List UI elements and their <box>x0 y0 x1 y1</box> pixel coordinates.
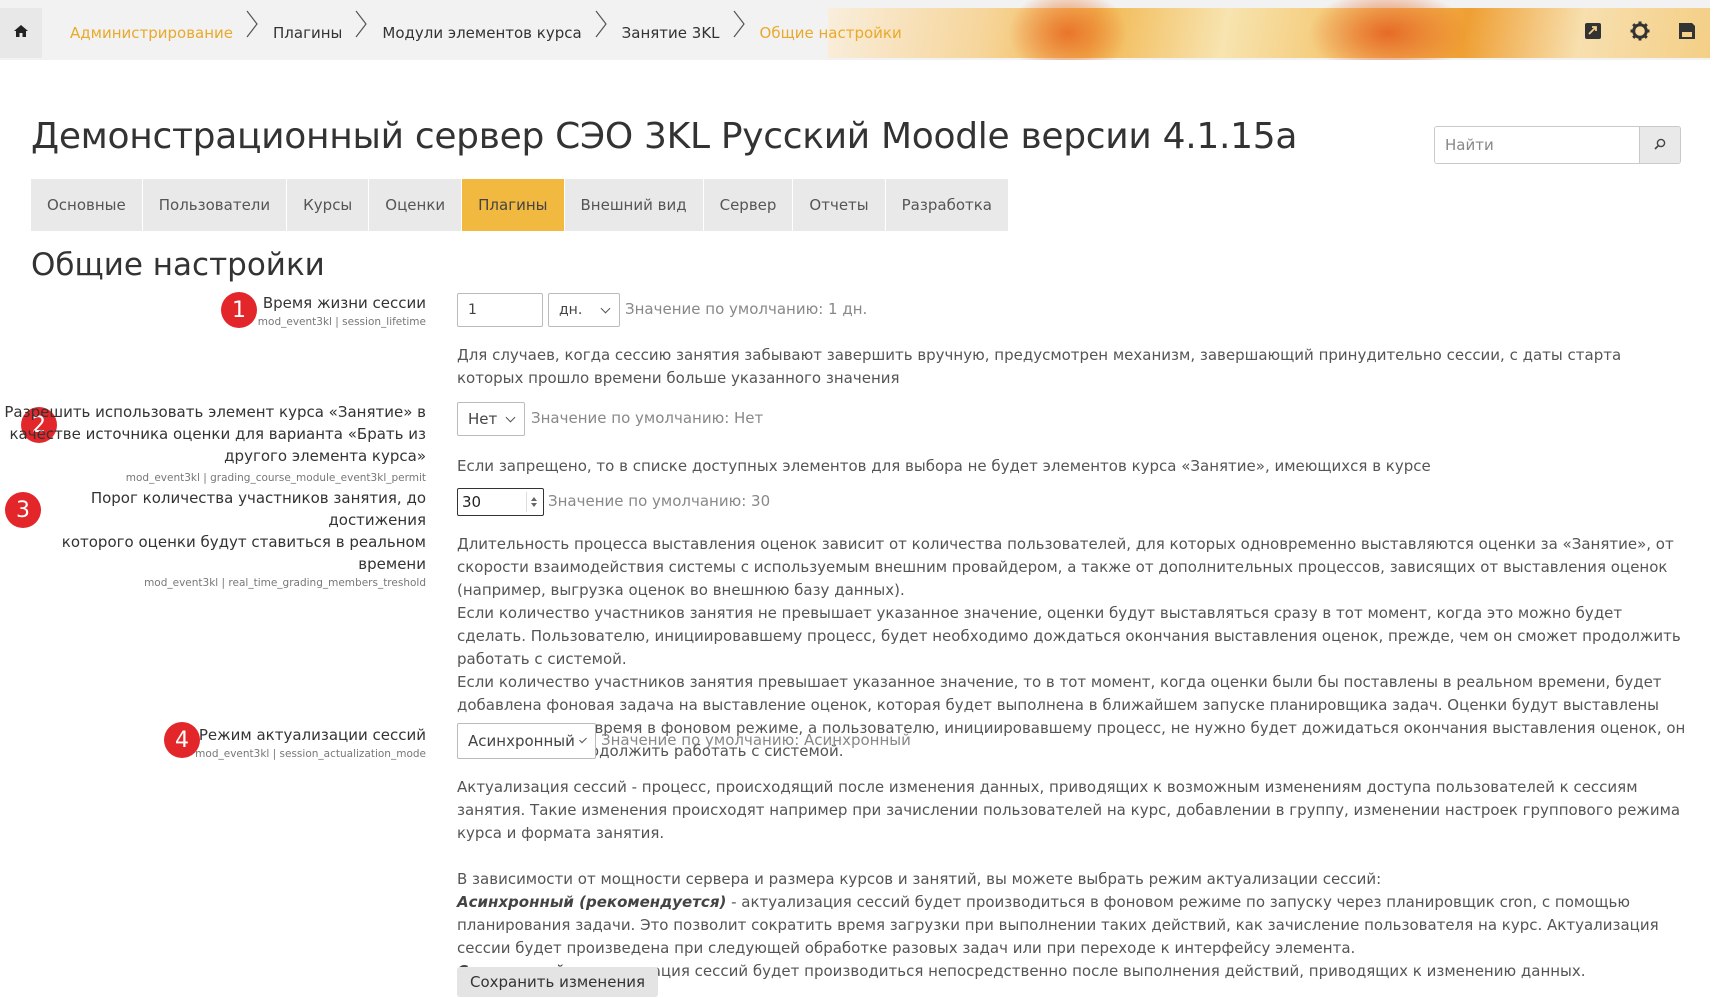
navbar: Администрирование Плагины Модули элемент… <box>0 0 1710 60</box>
session-lifetime-input[interactable]: 1 <box>457 293 543 327</box>
gear-icon[interactable] <box>1630 21 1650 45</box>
setting-label-session-lifetime: Время жизни сессии mod_event3kl | sessio… <box>258 292 426 330</box>
tab-users[interactable]: Пользователи <box>142 179 288 231</box>
navbar-icons <box>1584 8 1696 58</box>
description-paragraph: Асинхронный (рекомендуется) - актуализац… <box>457 893 1659 957</box>
admin-tabs: Основные Пользователи Курсы Оценки Плаги… <box>31 179 1009 231</box>
tab-plugins[interactable]: Плагины <box>462 179 565 231</box>
default-value-text: Значение по умолчанию: 30 <box>548 492 771 510</box>
description-paragraph: Если количество участников занятия не пр… <box>457 604 1681 668</box>
setting-title-line: другого элемента курса» <box>224 447 426 465</box>
tab-development[interactable]: Разработка <box>885 179 1009 231</box>
send-icon[interactable] <box>1584 22 1602 44</box>
select-value: Нет <box>468 410 498 428</box>
search-button[interactable] <box>1639 127 1680 163</box>
search-icon <box>1653 136 1667 155</box>
select-value: дн. <box>559 302 583 318</box>
setting-description: Если запрещено, то в списке доступных эл… <box>457 457 1431 475</box>
setting-title: Время жизни сессии <box>262 294 426 312</box>
tab-courses[interactable]: Курсы <box>287 179 370 231</box>
setting-title-line: которого оценки будут ставиться в реальн… <box>61 533 426 573</box>
description-paragraph: Актуализация сессий - процесс, происходя… <box>457 778 1681 842</box>
select-value: Асинхронный <box>468 732 575 750</box>
setting-title: Режим актуализации сессий <box>198 726 426 744</box>
setting-title-line: Разрешить использовать элемент курса «За… <box>4 403 426 421</box>
save-changes-button[interactable]: Сохранить изменения <box>457 967 659 997</box>
setting-key: mod_event3kl | grading_course_module_eve… <box>125 472 426 484</box>
site-title: Демонстрационный сервер СЭО 3KL Русский … <box>31 116 1298 157</box>
setting-title-line: Порог количества участников занятия, до … <box>90 489 426 529</box>
chevron-down-icon <box>505 412 516 422</box>
home-button[interactable] <box>0 8 42 58</box>
spinner-arrows-icon[interactable] <box>526 492 541 512</box>
setting-key: mod_event3kl | session_actualization_mod… <box>195 748 426 760</box>
default-value-text: Значение по умолчанию: Нет <box>531 409 764 427</box>
actualization-mode-select[interactable]: Асинхронный <box>457 723 596 759</box>
callout-badge-1: 1 <box>221 292 257 328</box>
description-paragraph: В зависимости от мощности сервера и разм… <box>457 870 1382 888</box>
page-title: Общие настройки <box>31 247 325 283</box>
description-paragraph: Если количество участников занятия превы… <box>457 673 1686 760</box>
session-lifetime-unit-select[interactable]: дн. <box>548 293 620 327</box>
default-value-text: Значение по умолчанию: Асинхронный <box>601 731 911 749</box>
setting-label-grading-permit: Разрешить использовать элемент курса «За… <box>4 401 426 486</box>
breadcrumb-item-event3kl[interactable]: Занятие 3KL <box>594 10 745 42</box>
breadcrumb: Администрирование Плагины Модули элемент… <box>42 8 914 58</box>
breadcrumb-item-plugins[interactable]: Плагины <box>245 10 368 42</box>
tab-general[interactable]: Основные <box>31 179 143 231</box>
setting-title-line: качестве источника оценки для варианта «… <box>9 425 426 443</box>
chevron-down-icon <box>578 735 587 743</box>
default-value-text: Значение по умолчанию: 1 дн. <box>625 300 868 318</box>
setting-label-grading-threshold: Порог количества участников занятия, до … <box>0 487 426 591</box>
breadcrumb-item-admin[interactable]: Администрирование <box>42 10 258 42</box>
search-input[interactable] <box>1435 127 1639 163</box>
tab-grades[interactable]: Оценки <box>369 179 463 231</box>
setting-description: Длительность процесса выставления оценок… <box>457 533 1687 763</box>
setting-key: mod_event3kl | session_lifetime <box>257 316 426 328</box>
setting-description: Для случаев, когда сессию занятия забыва… <box>457 346 1622 387</box>
home-icon <box>13 23 29 43</box>
breadcrumb-item-current: Общие настройки <box>759 24 902 42</box>
setting-key: mod_event3kl | real_time_grading_members… <box>144 577 426 589</box>
grading-permit-select[interactable]: Нет <box>457 402 525 436</box>
grading-threshold-input[interactable]: 30 <box>457 488 544 516</box>
breadcrumb-item-activity-modules[interactable]: Модули элементов курса <box>354 10 607 42</box>
tab-reports[interactable]: Отчеты <box>793 179 886 231</box>
setting-description: Актуализация сессий - процесс, происходя… <box>457 776 1687 983</box>
save-disk-icon[interactable] <box>1678 22 1696 44</box>
search-box <box>1434 126 1681 164</box>
tab-appearance[interactable]: Внешний вид <box>564 179 704 231</box>
setting-label-actualization-mode: Режим актуализации сессий mod_event3kl |… <box>195 724 426 762</box>
tab-server[interactable]: Сервер <box>703 179 794 231</box>
description-paragraph: Длительность процесса выставления оценок… <box>457 535 1674 599</box>
header-decoration <box>828 0 1710 60</box>
spinner-value: 30 <box>462 493 482 511</box>
chevron-down-icon <box>600 303 611 313</box>
